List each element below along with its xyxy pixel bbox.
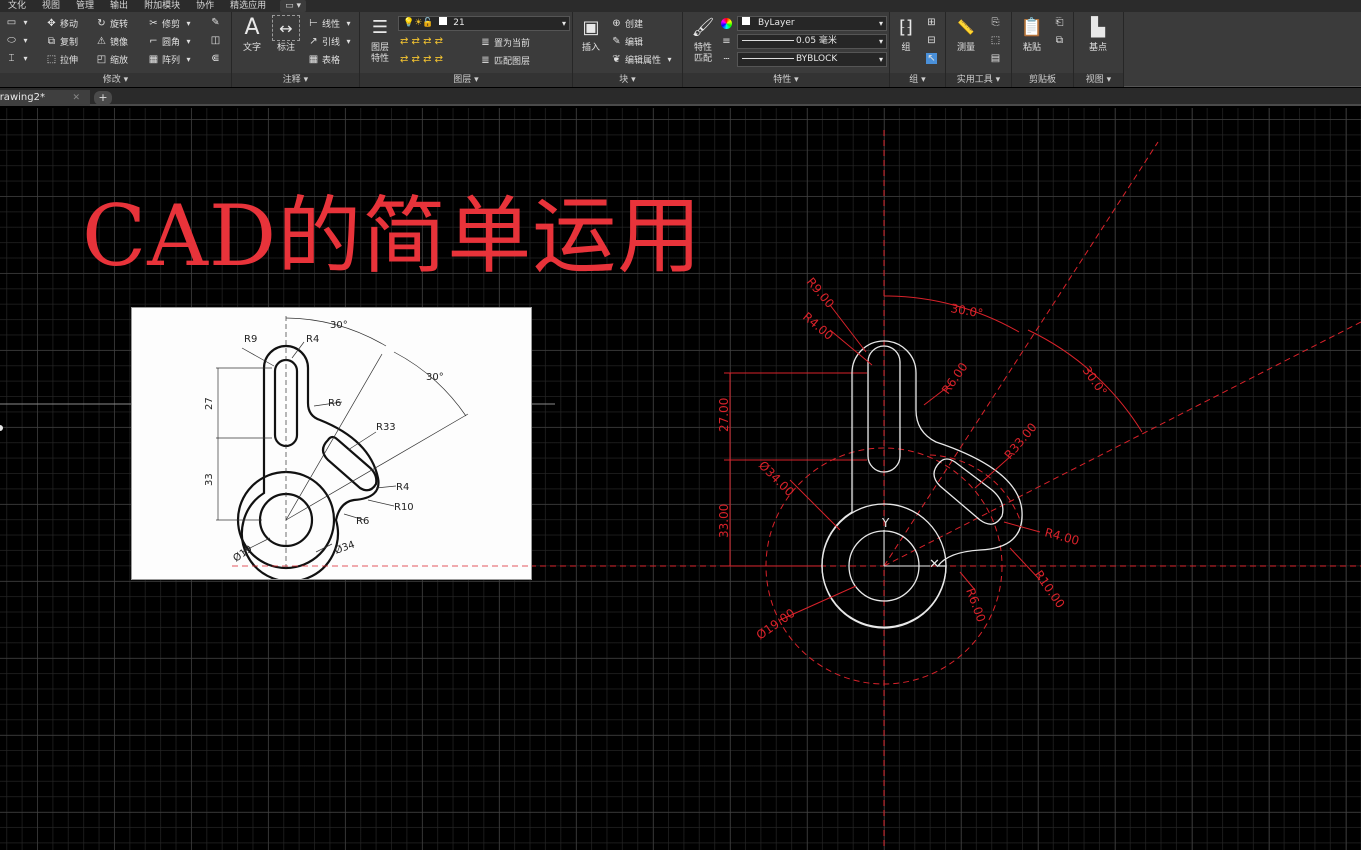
ref-label-30b: 30° bbox=[426, 372, 444, 383]
angle-dim-arc-2 bbox=[1027, 329, 1143, 433]
part-outline bbox=[821, 340, 1023, 629]
dim-r4-right: R4.00 bbox=[1043, 525, 1080, 548]
outer-contour bbox=[821, 340, 1023, 628]
ref-label-27: 27 bbox=[204, 397, 215, 410]
dim-d34: Ø34.00 bbox=[756, 458, 797, 499]
dim-h33: 33.00 bbox=[717, 504, 731, 538]
dim-d19: Ø19.00 bbox=[754, 606, 798, 643]
dim-h27: 27.00 bbox=[717, 398, 731, 432]
ucs-y-label: Y bbox=[881, 516, 890, 530]
angle-line-30 bbox=[883, 321, 1361, 567]
ref-label-r10: R10 bbox=[394, 502, 414, 513]
dim-r33: R33.00 bbox=[1002, 420, 1040, 462]
ref-label-r4b: R4 bbox=[396, 482, 409, 493]
dim-angle-1: 30.0° bbox=[949, 301, 984, 320]
dimension-leaders bbox=[779, 304, 1041, 621]
ref-dim-texts: R9 R4 30° 30° R6 R33 27 33 R4 R10 R6 Ø19… bbox=[204, 320, 444, 564]
dimension-texts: R9.00 R4.00 30.0° 30.0° R6.00 R33.00 27.… bbox=[717, 275, 1110, 643]
ref-label-r6: R6 bbox=[328, 398, 341, 409]
ref-label-r9: R9 bbox=[244, 334, 257, 345]
ucs-x-mark-icon: ✕ bbox=[929, 557, 940, 572]
ref-label-r4: R4 bbox=[306, 334, 319, 345]
page-title: CAD的简单运用 bbox=[82, 187, 703, 285]
cursor-marker bbox=[0, 425, 3, 431]
ref-label-33: 33 bbox=[204, 473, 215, 486]
ref-label-r6b: R6 bbox=[356, 516, 369, 527]
dim-r10: R10.00 bbox=[1032, 568, 1068, 611]
reference-drawing-image: R9 R4 30° 30° R6 R33 27 33 R4 R10 R6 Ø19… bbox=[131, 307, 532, 583]
dim-angle-2: 30.0° bbox=[1080, 364, 1110, 399]
dim-r4-top: R4.00 bbox=[800, 310, 836, 343]
reference-drawing: R9 R4 30° 30° R6 R33 27 33 R4 R10 R6 Ø19… bbox=[204, 316, 531, 583]
ref-label-30a: 30° bbox=[330, 320, 348, 331]
ref-part-outline bbox=[236, 344, 380, 583]
ref-label-r33: R33 bbox=[376, 422, 396, 433]
dim-r9: R9.00 bbox=[804, 275, 837, 311]
dim-r6-top: R6.00 bbox=[939, 360, 971, 397]
dim-r6-bottom: R6.00 bbox=[963, 586, 988, 624]
